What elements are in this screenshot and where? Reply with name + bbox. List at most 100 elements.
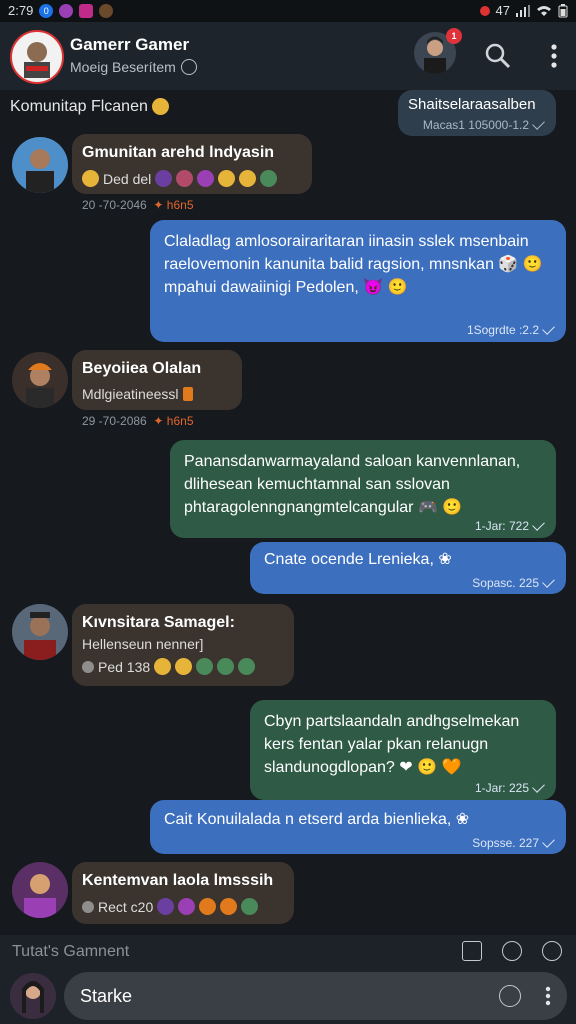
message-time-text: 1-Jar: 225 (474, 781, 529, 795)
emoji-icon (241, 898, 259, 915)
message-time-text: Sopsse. 227 (472, 836, 539, 850)
message-time-text: Sopasc. 225 (472, 576, 539, 590)
emoji-icon (196, 658, 214, 675)
sender-avatar-image (12, 604, 68, 660)
read-check-icon (542, 575, 555, 588)
sender-avatar[interactable] (12, 352, 68, 408)
my-avatar[interactable] (10, 973, 56, 1019)
emoji-icon (155, 170, 173, 187)
battery-icon (558, 3, 568, 17)
sender-avatar-image (12, 352, 68, 408)
message-time: Sopasc. 225 (472, 575, 555, 590)
emoji-icon (197, 170, 215, 187)
message-bubble-outgoing[interactable]: Cnate ocende Lrenieka, ❀ Sopasc. 225 (250, 542, 566, 594)
chat-title: Gamerr Gamer (70, 35, 190, 54)
message-meta: 20 -70-2046 ✦ h6n5 (82, 198, 194, 212)
emoji-icon (218, 170, 236, 187)
message-time-text: Macas1 105000-1.2 (422, 118, 529, 132)
message-text: Cbyn partslaandaln andhgselmekan kers fe… (264, 713, 520, 776)
message-bubble-outgoing[interactable]: Claladlag amlosorairaritaran iinasin ssl… (150, 220, 566, 342)
message-time: 1-Jar: 722 (474, 518, 545, 533)
gallery-icon[interactable] (462, 941, 482, 961)
chat-subtitle-text: Moeig Beserítem (70, 59, 176, 75)
message-bubble-incoming[interactable]: Gmunitan arehd lndyasin Ded del (72, 134, 312, 194)
message-time: 1Sogrdte :2.2 (466, 322, 555, 337)
message-time-text: 1Sogrdte :2.2 (466, 323, 539, 337)
emoji-icon (154, 658, 172, 675)
message-date: 20 -70-2046 (82, 198, 147, 212)
sender-avatar[interactable] (12, 604, 68, 660)
emoji-icon (157, 898, 175, 915)
message-input[interactable]: Starke (64, 972, 567, 1020)
notification-badge: 1 (446, 28, 462, 44)
signal-icon (516, 4, 530, 17)
chat-header: Gamerr Gamer Moeig Beserítem 1 (0, 22, 576, 90)
emoji-icon (220, 898, 238, 915)
sender-avatar[interactable] (12, 137, 68, 193)
sender-status: Hellenseun nenner] (82, 636, 204, 652)
section-label-text: Komunitap Flcanen (10, 98, 148, 115)
sender-name: Gmunitan arehd lndyasin (82, 144, 275, 161)
composer-label: Tutat's Gamnent (12, 943, 130, 960)
message-bubble-outgoing[interactable]: Panansdanwarmayaland saloan kanvennlanan… (170, 440, 556, 538)
gear-icon (82, 660, 94, 673)
status-right-text: 47 (495, 3, 510, 18)
gear-icon (82, 900, 94, 913)
sender-name: Kıvnsitara Samagel: (82, 614, 235, 631)
reaction-text: Ded del (103, 170, 152, 187)
message-time: 1-Jar: 225 (474, 780, 545, 795)
reaction-row: Rect c20 (82, 898, 259, 915)
message-text: Shaitselaraasalben (408, 96, 536, 113)
wifi-icon (537, 5, 551, 16)
emoji-icon (260, 170, 278, 187)
sender-name: Kentemvan laola lmsssih (82, 872, 274, 889)
message-bubble-outgoing[interactable]: Cait Konuilalada n etserd arda bienlieka… (150, 800, 566, 854)
message-text: Claladlag amlosorairaritaran iinasin ssl… (164, 233, 543, 296)
group-avatar[interactable] (10, 30, 64, 84)
message-time-text: 1-Jar: 722 (474, 519, 529, 533)
emoji-icon (176, 170, 194, 187)
schedule-icon[interactable] (499, 985, 521, 1007)
game-notification-icon (59, 3, 74, 18)
message-bubble-incoming[interactable]: Beyoiiea Olalan Mdlgieatineessl (72, 350, 242, 410)
flag-text: h6n5 (166, 414, 194, 428)
section-label: Komunitap Flcanen (10, 98, 170, 116)
alert-icon (479, 5, 490, 16)
reaction-text: Ped 138 (98, 658, 151, 675)
composer: Tutat's Gamnent Starke (0, 935, 576, 1024)
search-icon[interactable] (484, 42, 512, 70)
message-bubble-outgoing[interactable]: Shaitselaraasalben Macas1 105000-1.2 (398, 90, 556, 136)
emoji-icon (175, 658, 193, 675)
more-options-icon[interactable] (544, 42, 564, 70)
flag-text: h6n5 (166, 198, 194, 212)
sender-avatar-image (12, 137, 68, 193)
camera-icon[interactable] (502, 941, 522, 961)
sender-avatar[interactable] (12, 862, 68, 918)
app-notification-icon: 0 (39, 3, 54, 18)
reaction-text: Rect c20 (98, 898, 154, 915)
read-check-icon (542, 835, 555, 848)
media-notification-icon (79, 3, 94, 18)
more-options-icon[interactable] (545, 985, 551, 1007)
message-text: Panansdanwarmayaland saloan kanvennlanan… (184, 453, 521, 516)
status-bar: 2:79 0 47 (0, 0, 576, 22)
reaction-row: Ped 138 (82, 658, 256, 675)
my-avatar-image (10, 973, 56, 1019)
message-date: 29 -70-2086 (82, 414, 147, 428)
message-bubble-incoming[interactable]: Kıvnsitara Samagel: Hellenseun nenner] P… (72, 604, 294, 686)
message-list[interactable]: Komunitap Flcanen Shaitselaraasalben Mac… (0, 90, 576, 935)
status-row: Mdlgieatineessl (82, 386, 193, 402)
message-bubble-incoming[interactable]: Kentemvan laola lmsssih Rect c20 (72, 862, 294, 924)
emoji-icon (199, 898, 217, 915)
composer-actions (462, 941, 562, 961)
sender-avatar-image (12, 862, 68, 918)
flame-icon (182, 387, 193, 401)
sender-name: Beyoiiea Olalan (82, 360, 202, 377)
read-check-icon (532, 518, 545, 531)
message-text: Cnate ocende Lrenieka, ❀ (264, 551, 452, 568)
add-icon[interactable] (542, 941, 562, 961)
message-text: Cait Konuilalada n etserd arda bienlieka… (164, 811, 470, 828)
read-check-icon (532, 780, 545, 793)
status-text: Mdlgieatineessl (82, 386, 179, 402)
message-bubble-outgoing[interactable]: Cbyn partslaandaln andhgselmekan kers fe… (250, 700, 556, 800)
